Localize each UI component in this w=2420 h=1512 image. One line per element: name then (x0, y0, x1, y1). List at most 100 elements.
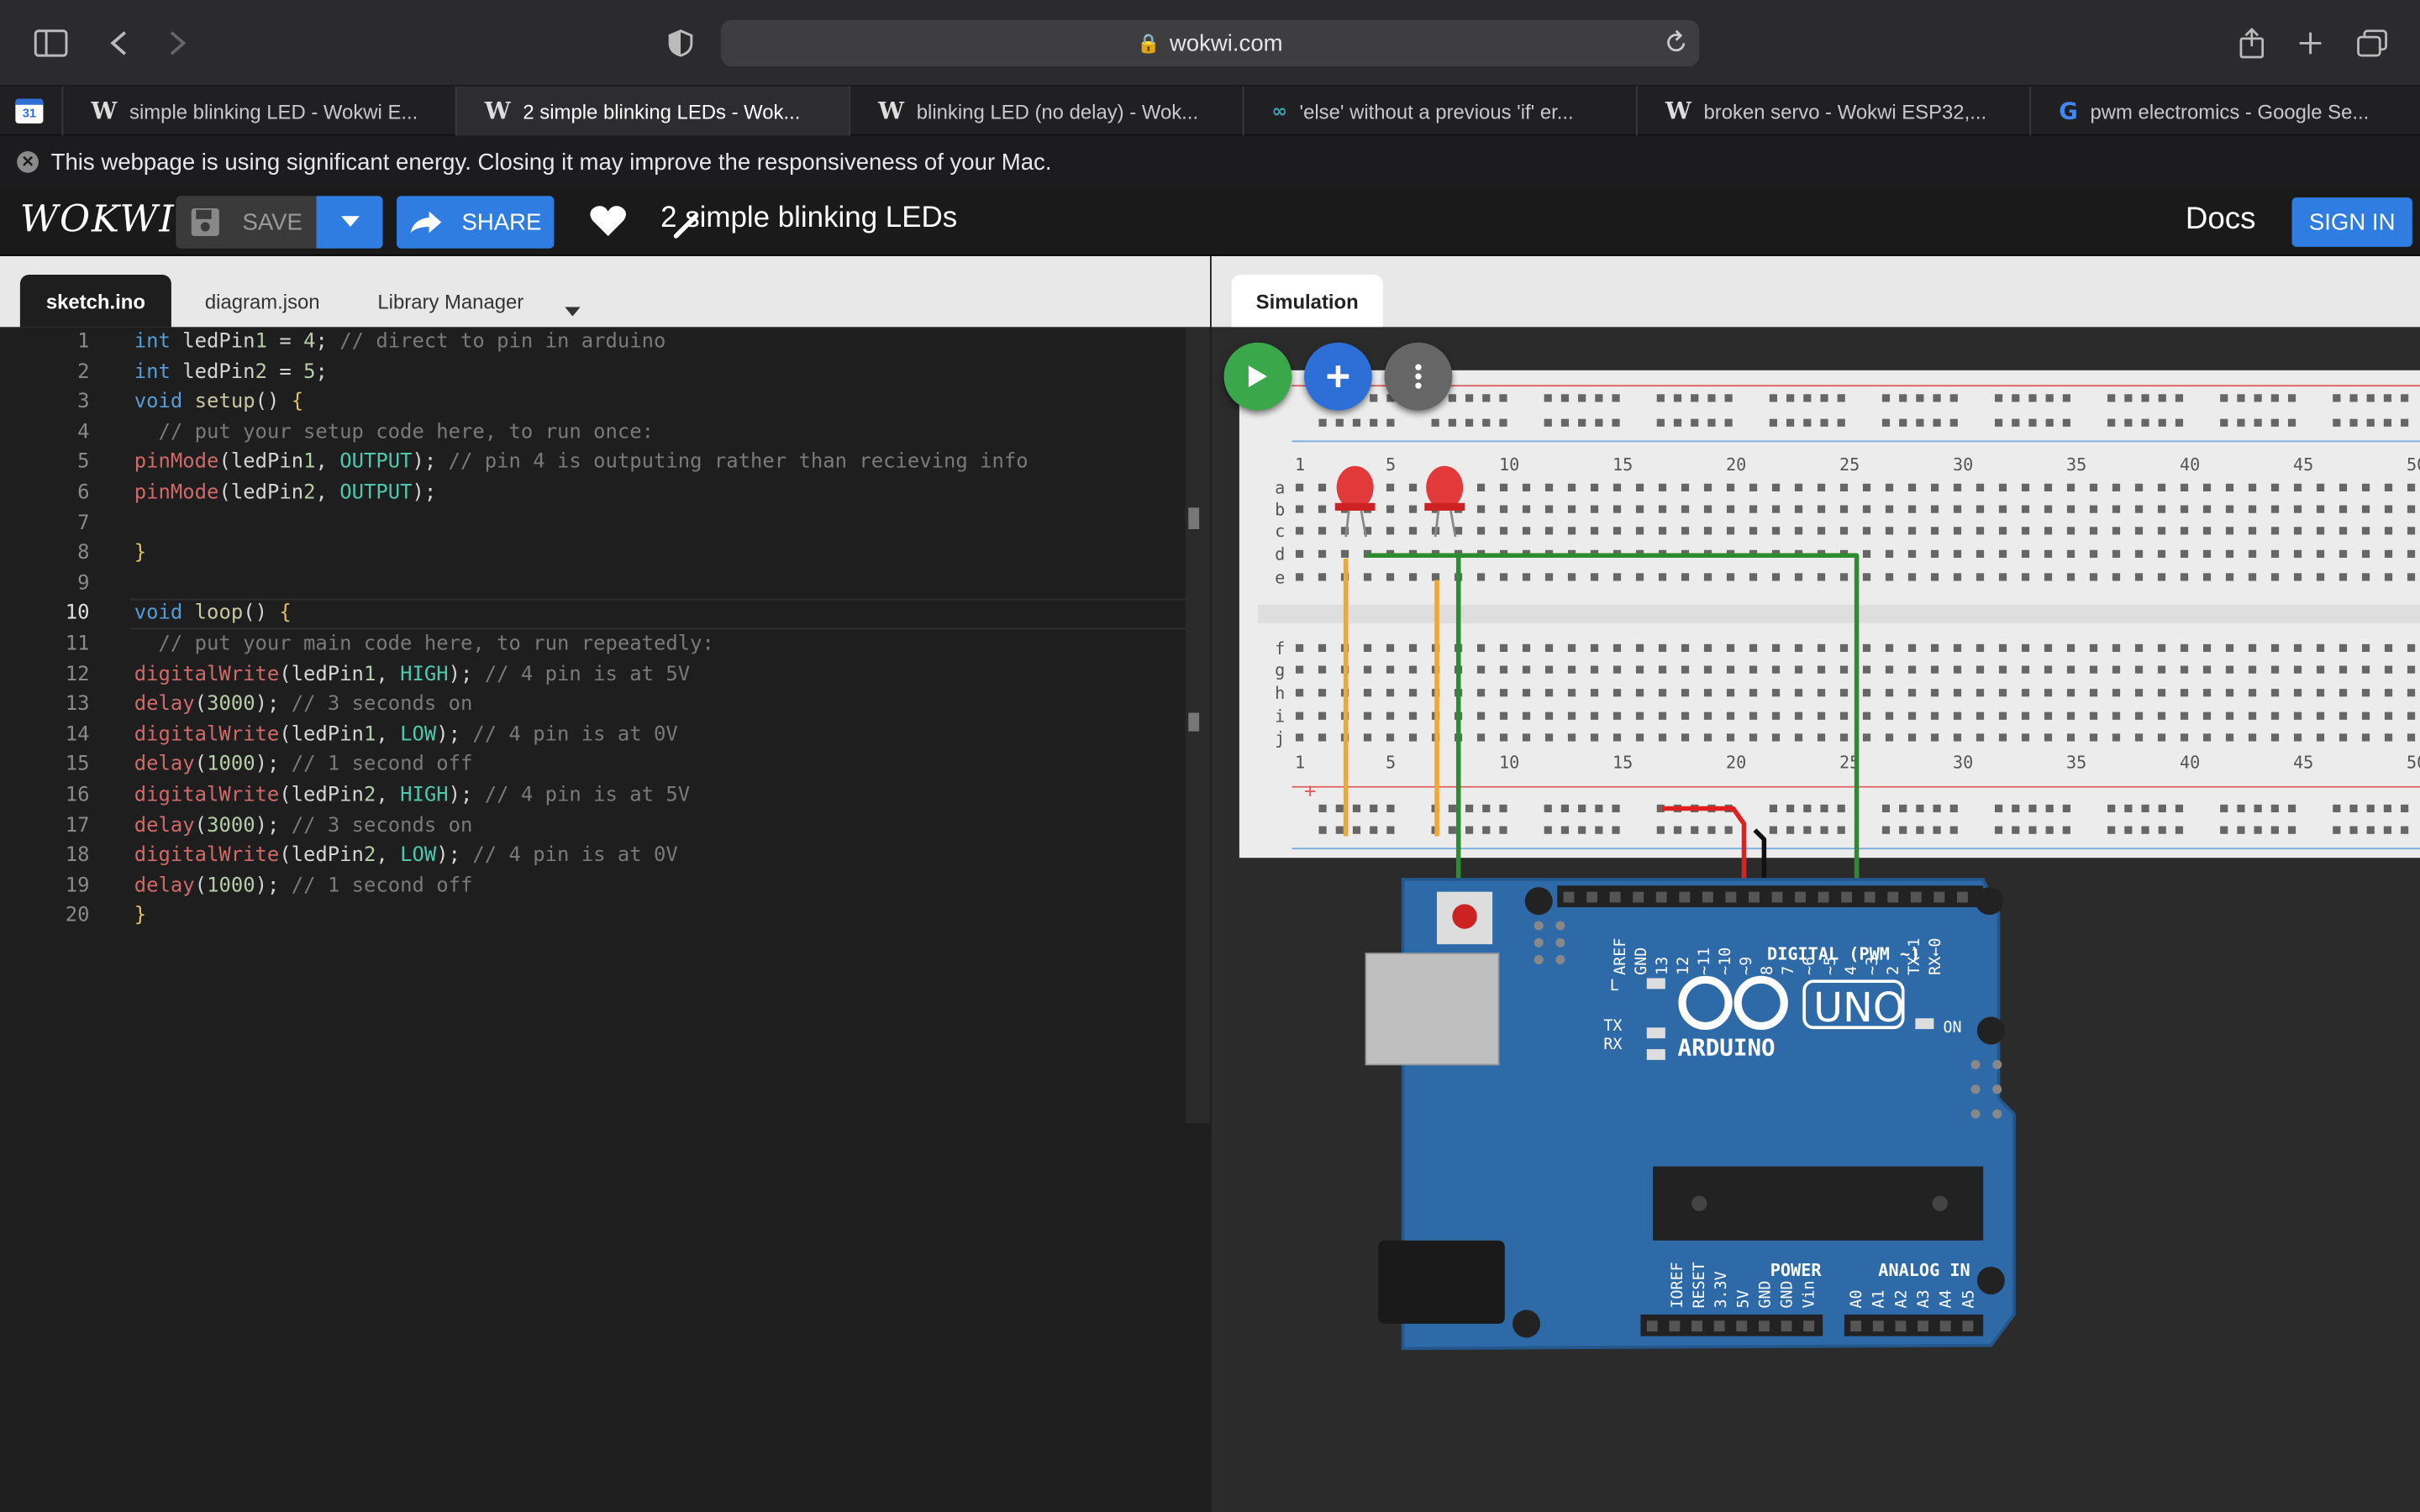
code-line[interactable]: digitalWrite(ledPin2, LOW); // 4 pin is … (134, 841, 1199, 871)
breadboard-hole (1953, 665, 1962, 674)
pin-label: RESET (1691, 1262, 1708, 1308)
code-editor[interactable]: 1 2 3 4 5 6 7 8 9 10 11 12 13 14 15 16 17 18 19 20 int ledP… (0, 327, 1211, 1512)
new-tab-icon[interactable] (2293, 22, 2327, 65)
breadboard-hole (1363, 573, 1372, 581)
breadboard-hole (1612, 527, 1622, 535)
icsp-pin (1555, 954, 1565, 964)
code-line[interactable]: } (134, 901, 1199, 932)
rail-hole (2287, 804, 2296, 813)
browser-tab-4[interactable]: ∞ 'else' without a previous 'if' er... (1242, 86, 1636, 136)
url-bar[interactable]: 🔒 wokwi.com (720, 19, 1700, 66)
close-banner-icon[interactable]: ✕ (17, 151, 39, 173)
edit-pencil-icon[interactable] (673, 212, 701, 247)
breadboard-hole (1544, 689, 1554, 697)
breadboard-hole (1522, 733, 1531, 742)
save-dropdown-button[interactable] (316, 196, 383, 249)
reload-icon[interactable] (1665, 29, 1687, 60)
tab-simulation[interactable]: Simulation (1231, 274, 1383, 328)
share-button[interactable]: SHARE (397, 196, 555, 249)
code-line[interactable] (134, 569, 1199, 599)
column-number: 50 (2407, 753, 2420, 773)
code-line[interactable]: // put your setup code here, to run once… (134, 417, 1199, 448)
project-title[interactable]: 2 simple blinking LEDs (660, 202, 957, 236)
code-line[interactable]: } (134, 538, 1199, 569)
forward-icon[interactable] (160, 22, 194, 65)
reset-button[interactable] (1452, 904, 1477, 929)
code-line[interactable] (134, 508, 1199, 538)
save-button[interactable]: SAVE (176, 196, 317, 249)
breadboard-hole (1862, 573, 1871, 581)
breadboard-hole (1408, 733, 1418, 742)
breadboard-hole (2202, 689, 2212, 697)
tab-sketch-ino[interactable]: sketch.ino (19, 274, 171, 328)
rail-hole (2175, 804, 2184, 813)
editor-scrollbar[interactable] (1185, 327, 1211, 1124)
code-line[interactable]: digitalWrite(ledPin1, LOW); // 4 pin is … (134, 720, 1199, 750)
breadboard-hole (1726, 505, 1735, 513)
tab-diagram-json[interactable]: diagram.json (188, 275, 336, 327)
circuit-canvas[interactable]: 1155101015152020252530303535404045455050… (1212, 327, 2420, 1512)
code-line[interactable]: digitalWrite(ledPin1, HIGH); // 4 pin is… (134, 659, 1199, 690)
rail-hole (1899, 394, 1907, 402)
code-area[interactable]: int ledPin1 = 4; // direct to pin in ard… (134, 327, 1199, 932)
browser-tab-6[interactable]: G pwm electromics - Google Se... (2029, 86, 2420, 136)
breadboard-hole (1907, 665, 1917, 674)
more-options-button[interactable] (1384, 342, 1453, 411)
icsp-pin (1992, 1059, 2002, 1069)
tab-library-manager[interactable]: Library Manager (358, 275, 543, 327)
privacy-shield-icon[interactable] (664, 22, 697, 65)
breadboard-hole (2044, 643, 2053, 653)
header-pin (1918, 1320, 1929, 1332)
rail-hole (1335, 804, 1344, 813)
share-page-icon[interactable] (2235, 22, 2269, 65)
code-line[interactable]: delay(1000); // 1 second off (134, 871, 1199, 901)
docs-link[interactable]: Docs (2186, 202, 2256, 238)
mounting-hole (1976, 1016, 2005, 1045)
add-part-button[interactable] (1304, 342, 1372, 411)
rail-hole (2270, 394, 2279, 402)
tab-overview-icon[interactable] (2355, 22, 2389, 65)
tabs-dropdown-icon[interactable] (565, 297, 581, 324)
code-line[interactable]: int ledPin1 = 4; // direct to pin in ard… (134, 327, 1199, 357)
breadboard-hole (1817, 733, 1826, 742)
line-number: 11 (65, 632, 90, 656)
code-line[interactable]: delay(3000); // 3 seconds on (134, 690, 1199, 720)
breadboard-hole (1794, 711, 1803, 720)
browser-tab-2[interactable]: W 2 simple blinking LEDs - Wok... (455, 86, 850, 136)
breadboard-hole (1522, 573, 1531, 581)
rail-hole (1949, 826, 1958, 834)
breadboard-hole (2270, 711, 2280, 720)
code-line[interactable]: void setup() { (134, 387, 1199, 417)
code-line[interactable]: int ledPin2 = 5; (134, 357, 1199, 387)
power-jack[interactable] (1378, 1240, 1505, 1324)
breadboard-hole (2384, 733, 2393, 742)
start-simulation-button[interactable] (1223, 342, 1292, 411)
code-line[interactable]: delay(3000); // 3 seconds on (134, 811, 1199, 841)
breadboard-hole (2338, 527, 2348, 535)
pinned-tab-calendar[interactable]: 31 (15, 98, 44, 123)
browser-tab-1[interactable]: W simple blinking LED - Wokwi E... (61, 86, 455, 136)
wokwi-logo[interactable]: WOKWI (20, 197, 176, 240)
code-line[interactable]: delay(1000); // 1 second off (134, 750, 1199, 780)
rail-hole (2158, 804, 2166, 813)
code-line[interactable]: digitalWrite(ledPin2, HIGH); // 4 pin is… (134, 780, 1199, 811)
code-line[interactable]: // put your main code here, to run repea… (134, 629, 1199, 659)
back-icon[interactable] (102, 22, 135, 65)
usb-connector[interactable] (1365, 953, 1500, 1066)
browser-tab-5[interactable]: W broken servo - Wokwi ESP32,... (1635, 86, 2029, 136)
line-number: 14 (65, 722, 90, 747)
signin-button[interactable]: SIGN IN (2291, 197, 2412, 247)
code-line[interactable]: pinMode(ledPin1, OUTPUT); // pin 4 is ou… (134, 448, 1199, 478)
led-red[interactable] (1426, 465, 1464, 510)
rail-hole (2028, 826, 2037, 834)
rail-hole (1786, 826, 1795, 834)
led-red[interactable] (1336, 465, 1374, 510)
like-heart-icon[interactable] (590, 203, 627, 245)
rail-hole (2028, 804, 2037, 813)
code-line[interactable]: void loop() { (134, 599, 1199, 629)
rail-hole (1673, 826, 1682, 834)
code-line[interactable]: pinMode(ledPin2, OUTPUT); (134, 478, 1199, 508)
browser-tab-3[interactable]: W blinking LED (no delay) - Wok... (849, 86, 1242, 136)
chip-dot (1691, 1195, 1707, 1211)
sidebar-toggle-icon[interactable] (31, 22, 71, 65)
